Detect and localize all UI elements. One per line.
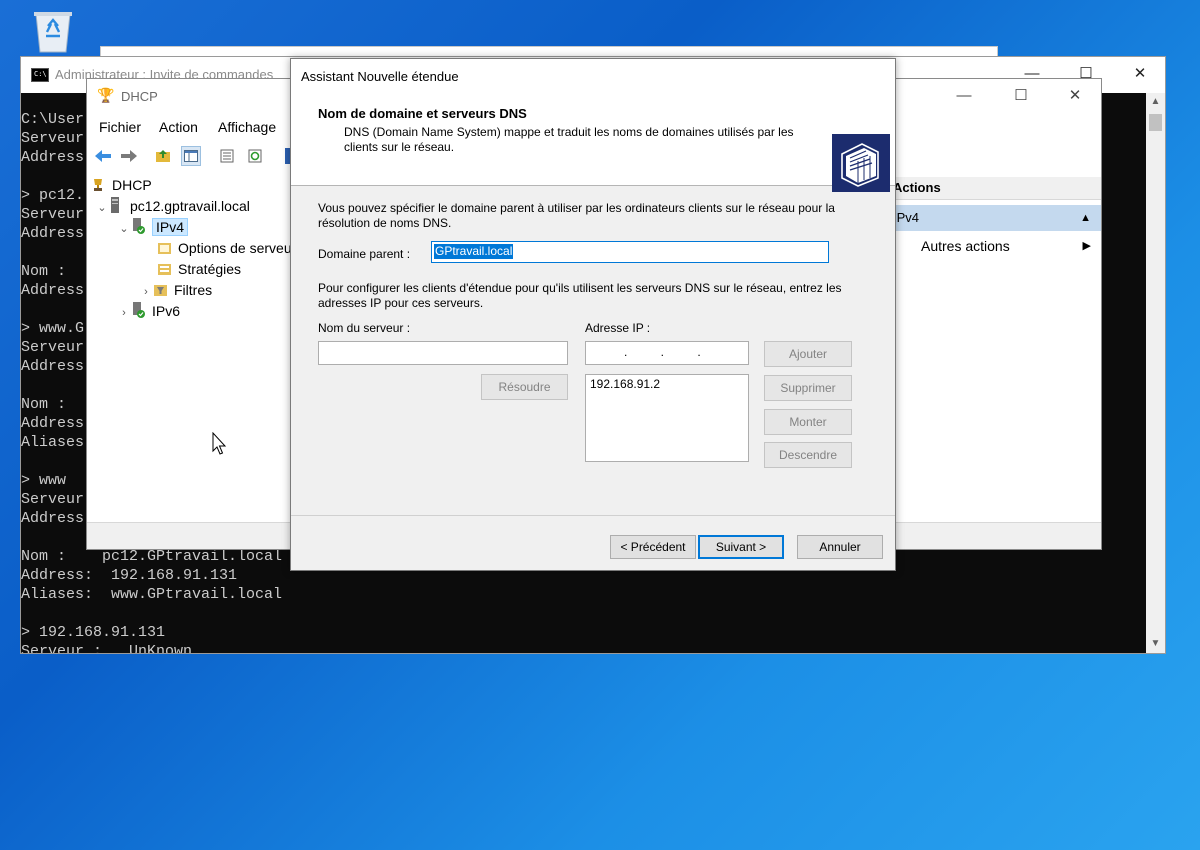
mouse-pointer-icon — [212, 431, 228, 456]
ipv6-icon — [131, 302, 147, 318]
menu-action[interactable]: Action — [159, 119, 198, 135]
ip-list-item[interactable]: 192.168.91.2 — [590, 377, 660, 391]
dhcp-trophy-icon: 🏆 — [97, 87, 115, 103]
dhcp-minimize-button[interactable]: — — [949, 85, 979, 107]
dhcp-maximize-button[interactable]: ☐ — [1006, 85, 1036, 107]
back-arrow-icon[interactable] — [93, 146, 113, 166]
server-name-label: Nom du serveur : — [318, 321, 411, 335]
actions-header: Actions — [893, 177, 1101, 200]
tree-node-dhcp[interactable]: DHCP — [91, 175, 152, 195]
parent-domain-input[interactable]: GPtravail.local — [431, 241, 829, 263]
dns-servers-intro: Pour configurer les clients d'étendue po… — [318, 281, 842, 310]
show-tree-icon[interactable] — [181, 146, 201, 166]
server-name-input[interactable] — [318, 341, 568, 365]
actions-section-ipv4[interactable]: IPv4 ▲ — [893, 205, 1101, 231]
recycle-bin-icon[interactable] — [28, 8, 78, 54]
remove-button[interactable]: Supprimer — [764, 375, 852, 401]
folder-strategies-icon — [157, 261, 173, 275]
ipv4-icon — [131, 218, 147, 234]
parent-domain-label: Domaine parent : — [318, 247, 411, 261]
wizard-title: Assistant Nouvelle étendue — [301, 69, 459, 84]
wizard-content: Vous pouvez spécifier le domaine parent … — [291, 185, 895, 515]
tree-node-filters[interactable]: › Filtres — [139, 280, 212, 300]
parent-domain-value: GPtravail.local — [434, 244, 514, 259]
new-scope-wizard-dialog[interactable]: Assistant Nouvelle étendue Nom de domain… — [290, 58, 896, 571]
tree-node-server-options[interactable]: Options de serveur — [157, 238, 293, 258]
back-button[interactable]: < Précédent — [610, 535, 696, 559]
collapse-triangle-icon[interactable]: ▲ — [1080, 205, 1091, 231]
wizard-folders-icon — [832, 134, 890, 192]
collapse-chevron-icon[interactable]: ⌄ — [95, 198, 109, 218]
tree-node-strategies[interactable]: Stratégies — [157, 259, 241, 279]
more-actions-item[interactable]: Autres actions ▶ — [893, 233, 1101, 259]
properties-icon[interactable] — [217, 146, 237, 166]
wizard-titlebar[interactable]: Assistant Nouvelle étendue — [291, 59, 895, 93]
expand-chevron-icon[interactable]: › — [117, 303, 131, 323]
filter-icon — [153, 282, 169, 296]
dhcp-window-title: DHCP — [121, 89, 158, 104]
actions-pane: Actions IPv4 ▲ Autres actions ▶ — [893, 175, 1101, 521]
tree-node-server[interactable]: ⌄ pc12.gptravail.local — [95, 196, 250, 216]
submenu-arrow-icon: ▶ — [1082, 240, 1091, 252]
menu-affichage[interactable]: Affichage — [218, 119, 276, 135]
scrollbar-thumb[interactable] — [1149, 114, 1162, 131]
folder-options-icon — [157, 240, 173, 254]
wizard-step-description: DNS (Domain Name System) mappe et tradui… — [344, 125, 794, 154]
cmd-scrollbar[interactable]: ▲ ▼ — [1146, 93, 1165, 653]
next-button[interactable]: Suivant > — [698, 535, 784, 559]
refresh-icon[interactable] — [245, 146, 265, 166]
wizard-footer-separator — [291, 515, 895, 516]
dhcp-close-button[interactable]: ✕ — [1060, 85, 1090, 107]
wizard-banner: Nom de domaine et serveurs DNS DNS (Doma… — [291, 93, 895, 192]
cmd-app-icon: C:\ — [31, 68, 49, 82]
forward-arrow-icon[interactable] — [119, 146, 139, 166]
menu-fichier[interactable]: Fichier — [99, 119, 141, 135]
scroll-up-arrow-icon[interactable]: ▲ — [1146, 93, 1165, 111]
wizard-step-title: Nom de domaine et serveurs DNS — [318, 106, 527, 121]
collapse-chevron-icon[interactable]: ⌄ — [117, 219, 131, 239]
dhcp-toolbar — [87, 141, 297, 171]
resolve-button[interactable]: Résoudre — [481, 374, 568, 400]
cancel-button[interactable]: Annuler — [797, 535, 883, 559]
move-down-button[interactable]: Descendre — [764, 442, 852, 468]
scroll-down-arrow-icon[interactable]: ▼ — [1146, 635, 1165, 653]
dhcp-tree-pane: DHCP ⌄ pc12.gptravail.local ⌄ IPv4 Options… — [87, 175, 293, 521]
tree-node-ipv6[interactable]: › IPv6 — [117, 301, 180, 321]
expand-chevron-icon[interactable]: › — [139, 282, 153, 302]
parent-domain-intro: Vous pouvez spécifier le domaine parent … — [318, 201, 835, 230]
up-folder-icon[interactable] — [153, 146, 173, 166]
move-up-button[interactable]: Monter — [764, 409, 852, 435]
add-button[interactable]: Ajouter — [764, 341, 852, 367]
dns-server-ip-list[interactable]: 192.168.91.2 — [585, 374, 749, 462]
ip-address-input[interactable]: . . . — [585, 341, 749, 365]
tree-node-ipv4[interactable]: ⌄ IPv4 — [117, 217, 189, 239]
dhcp-trophy-icon — [91, 177, 107, 191]
ip-address-label: Adresse IP : — [585, 321, 651, 335]
cmd-close-button[interactable]: ✕ — [1125, 63, 1155, 85]
server-icon — [109, 197, 125, 213]
